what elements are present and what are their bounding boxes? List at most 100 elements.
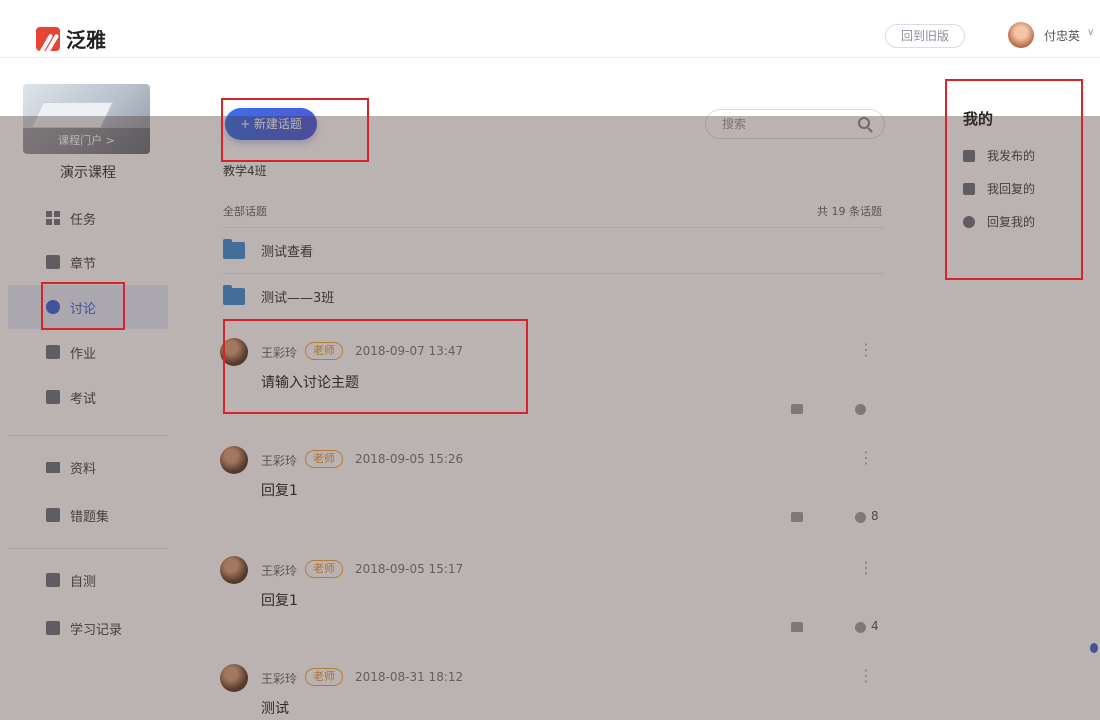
folder-icon [223,285,245,305]
top-bar: 泛雅 回到旧版 付忠英 ∨ [0,0,1100,58]
sidebar: 课程门户 > 演示课程 任务 章节 讨论 作业 考试 资料 错题集 自测 学习记… [8,58,168,720]
self-test-icon [46,573,60,587]
post-author[interactable]: 王彩玲 [261,452,297,469]
sidebar-item-chapters[interactable]: 章节 [8,240,168,284]
sidebar-item-materials[interactable]: 资料 [8,445,168,489]
teacher-badge: 老师 [305,342,343,360]
sidebar-item-discussion[interactable]: 讨论 [8,285,168,329]
post-author[interactable]: 王彩玲 [261,344,297,361]
folder-name: 测试查看 [261,245,314,260]
old-version-button[interactable]: 回到旧版 [885,24,965,48]
sidebar-item-label: 自测 [70,574,97,590]
post-title[interactable]: 请输入讨论主题 [261,372,359,392]
sidebar-item-label: 任务 [70,212,97,228]
class-name: 教学4班 [223,164,267,178]
search-icon[interactable] [858,117,870,129]
course-portal-link[interactable]: 课程门户 > [23,128,150,154]
sidebar-item-label: 作业 [70,346,97,362]
course-name: 演示课程 [60,165,116,181]
post-time: 2018-09-05 15:26 [355,452,464,466]
more-options-icon[interactable]: ⋮ [858,666,874,685]
sidebar-item-label: 考试 [70,391,97,407]
comment-icon[interactable] [855,622,866,633]
like-icon[interactable] [791,404,803,414]
my-panel: 我的 我发布的 我回复的 回复我的 [945,83,1100,263]
sidebar-item-tasks[interactable]: 任务 [8,196,168,240]
folder-icon [46,461,60,473]
avatar[interactable] [220,664,248,692]
post-item[interactable]: 王彩玲 老师 2018-09-07 13:47 ⋮ 请输入讨论主题 [195,320,910,425]
comment-count: 8 [871,509,879,523]
new-topic-button[interactable]: + 新建话题 [225,108,317,140]
post-author[interactable]: 王彩玲 [261,670,297,687]
reply-icon [963,182,975,195]
folder-icon [223,239,245,259]
teacher-badge: 老师 [305,668,343,686]
my-panel-title: 我的 [963,110,994,128]
all-topics-label: 全部话题 [223,205,267,218]
avatar[interactable] [220,338,248,366]
list-icon [46,255,60,269]
floating-helper-button[interactable] [1088,636,1100,660]
post-title[interactable]: 测试 [261,698,289,718]
replied-to-me-link[interactable]: 回复我的 [963,213,1035,230]
course-cover-image[interactable]: 课程门户 > [23,84,150,154]
replied-to-me-icon [963,215,975,228]
post-item[interactable]: 王彩玲 老师 2018-09-05 15:17 ⋮ 回复1 4 [195,538,910,643]
post-author[interactable]: 王彩玲 [261,562,297,579]
logo-text: 泛雅 [66,28,106,52]
wrong-icon [46,508,60,522]
my-published-link[interactable]: 我发布的 [963,147,1035,164]
my-item-label: 我回复的 [987,182,1036,196]
search-placeholder: 搜索 [722,117,747,131]
sidebar-item-self-test[interactable]: 自测 [8,558,168,602]
sidebar-item-label: 资料 [70,461,97,477]
sidebar-item-wrong-questions[interactable]: 错题集 [8,493,168,537]
chevron-down-icon[interactable]: ∨ [1087,27,1094,38]
sidebar-item-homework[interactable]: 作业 [8,330,168,374]
grid-icon [46,211,60,225]
discussion-icon [46,300,60,314]
user-avatar[interactable] [1008,22,1034,48]
like-icon[interactable] [791,512,803,522]
post-title[interactable]: 回复1 [261,480,298,500]
publish-icon [963,149,975,162]
more-options-icon[interactable]: ⋮ [858,448,874,467]
logo[interactable]: 泛雅 [36,24,106,53]
teacher-badge: 老师 [305,560,343,578]
topic-count: 共 19 条话题 [817,205,882,218]
comment-icon[interactable] [855,404,866,415]
teacher-badge: 老师 [305,450,343,468]
sidebar-item-study-record[interactable]: 学习记录 [8,606,168,650]
avatar[interactable] [220,446,248,474]
sidebar-item-label: 错题集 [70,509,110,525]
more-options-icon[interactable]: ⋮ [858,558,874,577]
folder-row[interactable]: 测试查看 [223,228,883,273]
avatar[interactable] [220,556,248,584]
sidebar-item-exam[interactable]: 考试 [8,375,168,419]
my-replied-link[interactable]: 我回复的 [963,180,1035,197]
post-title[interactable]: 回复1 [261,590,298,610]
like-icon[interactable] [791,622,803,632]
exam-icon [46,390,60,404]
post-item[interactable]: 王彩玲 老师 2018-09-05 15:26 ⋮ 回复1 8 [195,428,910,533]
sidebar-divider [8,548,168,549]
sidebar-item-label: 学习记录 [70,622,123,638]
sidebar-item-label: 讨论 [70,301,97,317]
comment-icon[interactable] [855,512,866,523]
comment-count: 4 [871,619,879,633]
user-name[interactable]: 付忠英 [1044,27,1080,44]
record-icon [46,621,60,635]
post-time: 2018-08-31 18:12 [355,670,464,684]
search-input[interactable]: 搜索 [705,109,885,139]
folder-row[interactable]: 测试——3班 [223,274,883,319]
edit-icon [46,345,60,359]
post-time: 2018-09-05 15:17 [355,562,464,576]
sidebar-divider [8,435,168,436]
my-item-label: 我发布的 [987,149,1036,163]
more-options-icon[interactable]: ⋮ [858,340,874,359]
folder-name: 测试——3班 [261,291,335,306]
logo-icon [36,26,60,51]
post-item[interactable]: 王彩玲 老师 2018-08-31 18:12 ⋮ 测试 [195,646,910,720]
discussion-panel: + 新建话题 搜索 教学4班 全部话题 共 19 条话题 测试查看 测试——3班… [195,83,910,720]
